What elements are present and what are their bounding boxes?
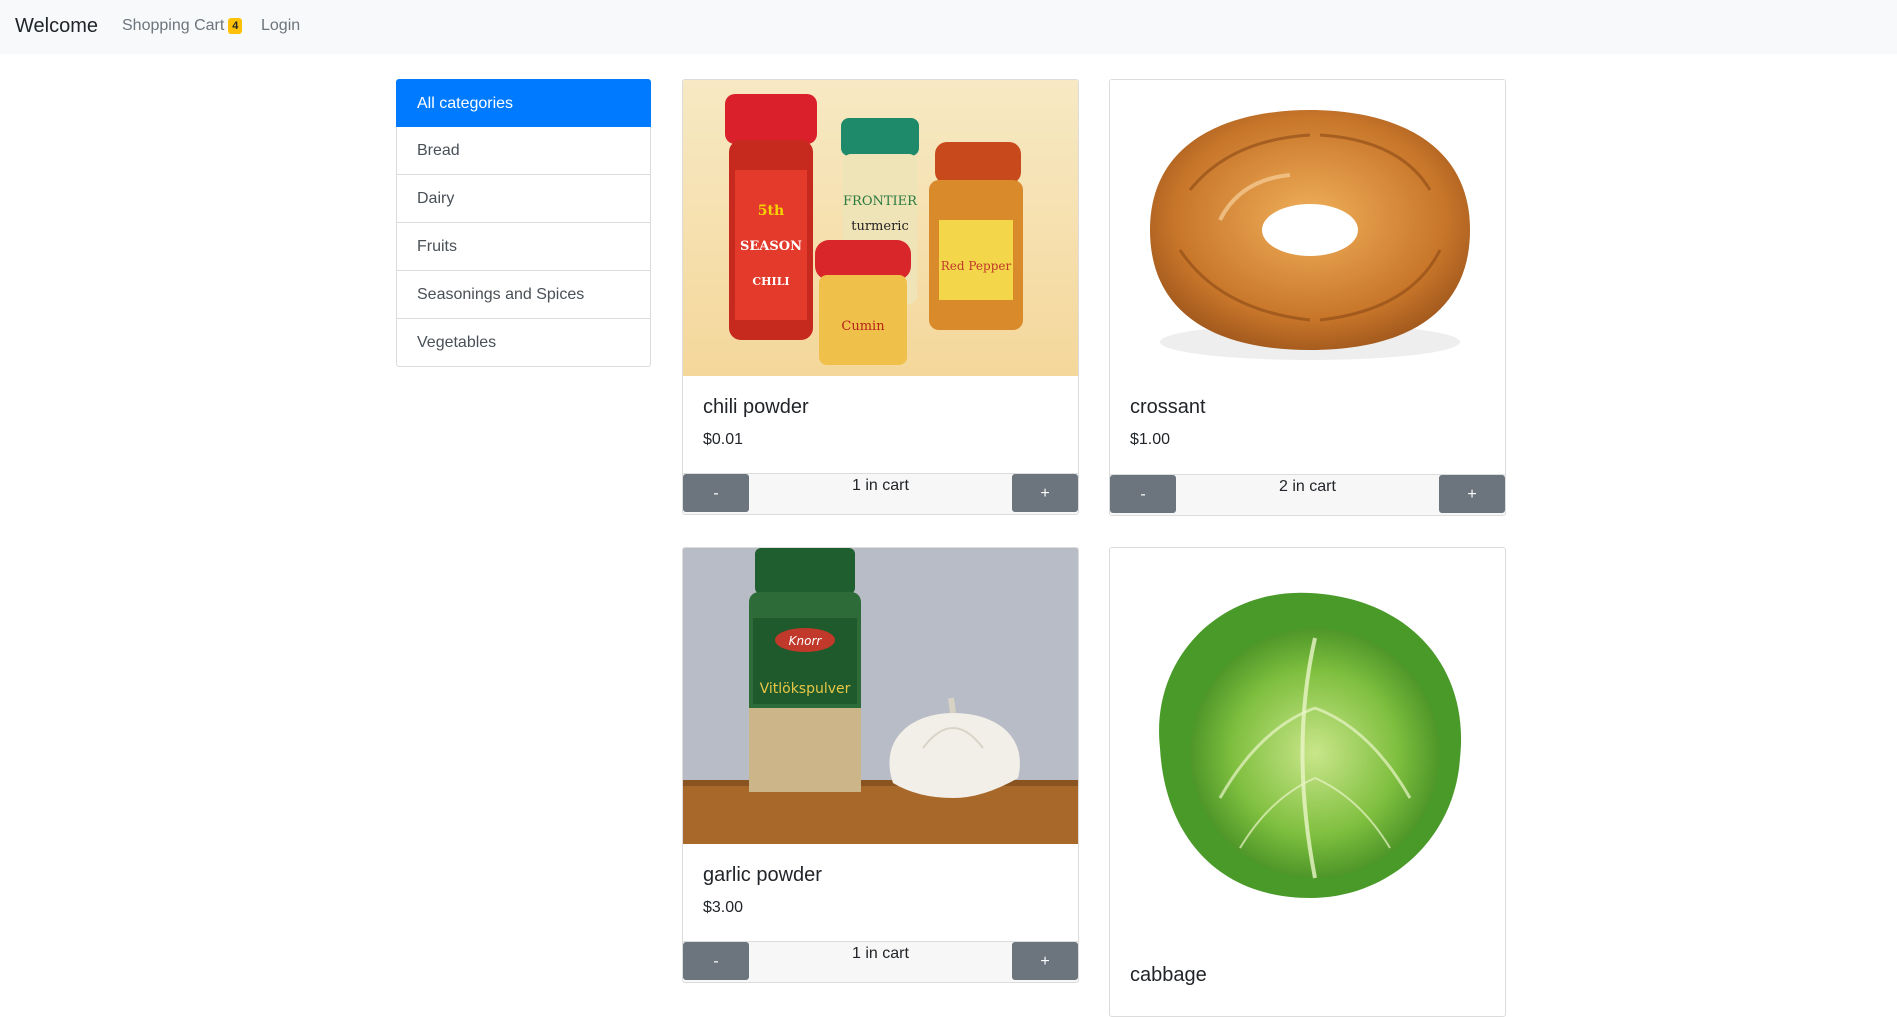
spice-jars-photo: 5th SEASON CHILI FRONTIER turmeric Cumin…: [683, 80, 1078, 376]
product-card-chili-powder: 5th SEASON CHILI FRONTIER turmeric Cumin…: [682, 79, 1079, 515]
product-card-cabbage: cabbage: [1109, 547, 1506, 1017]
in-cart-count: 2 in cart: [1279, 478, 1336, 495]
login-link[interactable]: Login: [261, 17, 300, 35]
product-price: $1.00: [1130, 431, 1171, 448]
garlic-powder-photo: Knorr Vitlökspulver: [683, 548, 1078, 844]
product-card-garlic-powder: Knorr Vitlökspulver garlic powder $3.00 …: [682, 547, 1079, 983]
category-fruits[interactable]: Fruits: [396, 223, 651, 271]
category-list: All categories Bread Dairy Fruits Season…: [396, 79, 651, 367]
product-card-crossant: crossant $1.00 - 2 in cart +: [1109, 79, 1506, 516]
svg-text:CHILI: CHILI: [752, 275, 789, 288]
category-vegetables[interactable]: Vegetables: [396, 319, 651, 367]
increase-quantity-button[interactable]: +: [1012, 474, 1078, 512]
cart-controls: - 2 in cart +: [1110, 474, 1505, 515]
increase-quantity-button[interactable]: +: [1012, 942, 1078, 980]
in-cart-count: 1 in cart: [852, 477, 909, 494]
shopping-cart-label: Shopping Cart: [122, 17, 225, 34]
svg-text:FRONTIER: FRONTIER: [843, 194, 918, 209]
shopping-cart-link[interactable]: Shopping Cart 4: [122, 17, 243, 35]
svg-text:Knorr: Knorr: [789, 634, 823, 648]
cart-controls: - 1 in cart +: [683, 941, 1078, 982]
svg-text:SEASON: SEASON: [740, 239, 802, 254]
category-all[interactable]: All categories: [396, 79, 651, 127]
product-name[interactable]: crossant: [1130, 396, 1485, 419]
top-navbar: Welcome Shopping Cart 4 Login: [0, 0, 1897, 54]
svg-text:Cumin: Cumin: [841, 319, 885, 334]
in-cart-count: 1 in cart: [852, 945, 909, 962]
decrease-quantity-button[interactable]: -: [683, 474, 749, 512]
category-dairy[interactable]: Dairy: [396, 175, 651, 223]
product-name[interactable]: cabbage: [1130, 964, 1485, 987]
svg-text:Red Pepper: Red Pepper: [941, 259, 1012, 273]
decrease-quantity-button[interactable]: -: [1110, 475, 1176, 513]
croissant-photo: [1110, 80, 1505, 376]
product-price: $0.01: [703, 431, 744, 448]
category-seasonings[interactable]: Seasonings and Spices: [396, 271, 651, 319]
cabbage-photo: [1110, 548, 1505, 944]
svg-text:5th: 5th: [758, 203, 784, 219]
product-name[interactable]: chili powder: [703, 396, 1058, 419]
cart-count-badge: 4: [228, 18, 243, 34]
product-name[interactable]: garlic powder: [703, 864, 1058, 887]
category-bread[interactable]: Bread: [396, 127, 651, 175]
brand-link[interactable]: Welcome: [15, 15, 98, 38]
svg-text:Vitlökspulver: Vitlökspulver: [760, 681, 851, 697]
increase-quantity-button[interactable]: +: [1439, 475, 1505, 513]
svg-text:turmeric: turmeric: [851, 219, 908, 234]
decrease-quantity-button[interactable]: -: [683, 942, 749, 980]
cart-controls: - 1 in cart +: [683, 473, 1078, 514]
product-price: $3.00: [703, 899, 744, 916]
